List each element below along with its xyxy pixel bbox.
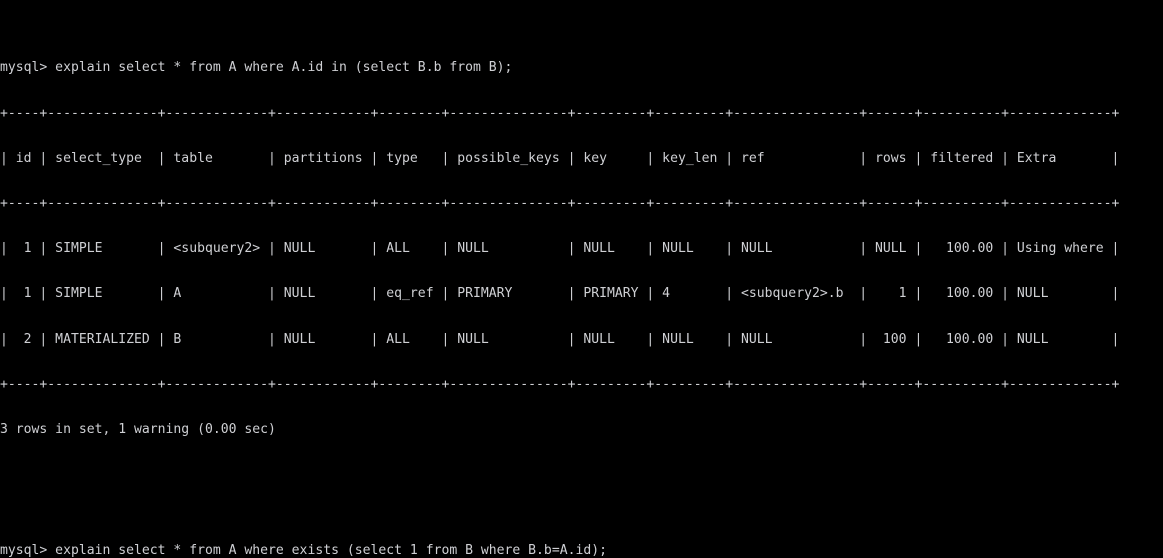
command-prompt-line: mysql> explain select * from A where A.i… <box>0 60 513 76</box>
table-rule-bottom: +----+--------------+-------------+-----… <box>0 376 1120 392</box>
result-status-line: 3 rows in set, 1 warning (0.00 sec) <box>0 422 276 438</box>
table-rule-mid: +----+--------------+-------------+-----… <box>0 196 1120 212</box>
table-rule-top: +----+--------------+-------------+-----… <box>0 105 1120 121</box>
table-header-row: | id | select_type | table | partitions … <box>0 150 1120 166</box>
table-row: | 1 | SIMPLE | A | NULL | eq_ref | PRIMA… <box>0 286 1120 302</box>
table-row: | 1 | SIMPLE | <subquery2> | NULL | ALL … <box>0 241 1120 257</box>
terminal-screen[interactable]: mysql> explain select * from A where A.i… <box>0 0 1163 558</box>
command-prompt-line: mysql> explain select * from A where exi… <box>0 542 607 558</box>
table-row: | 2 | MATERIALIZED | B | NULL | ALL | NU… <box>0 331 1120 347</box>
